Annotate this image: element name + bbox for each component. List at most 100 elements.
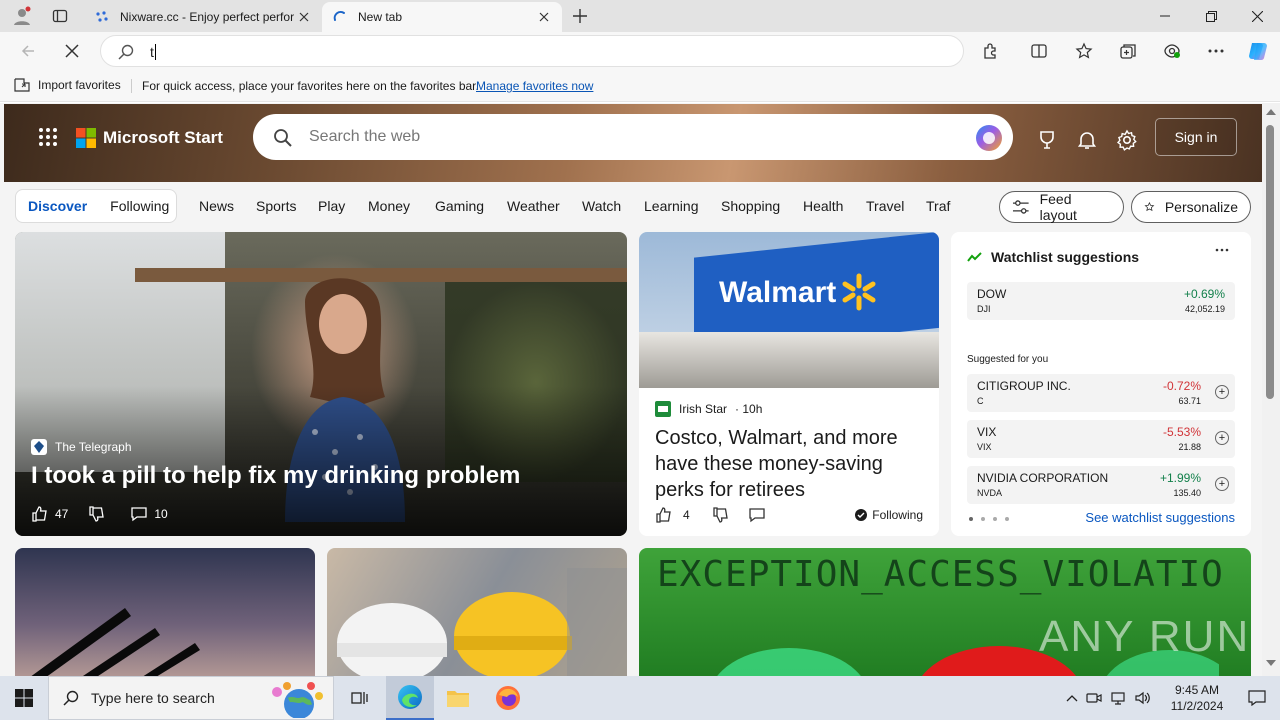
comment-icon[interactable] xyxy=(748,506,766,524)
story-headline[interactable]: I took a pill to help fix my drinking pr… xyxy=(31,462,520,490)
add-to-watchlist-icon[interactable]: + xyxy=(1215,431,1229,445)
nav-item-learning[interactable]: Learning xyxy=(644,198,699,214)
back-button[interactable] xyxy=(13,36,43,66)
import-favorites-button[interactable]: Import favorites xyxy=(14,78,121,92)
volume-icon[interactable] xyxy=(1134,691,1150,705)
tab-new-tab[interactable]: New tab xyxy=(322,2,562,32)
main-story-card[interactable]: The Telegraph I took a pill to help fix … xyxy=(15,232,627,536)
address-input[interactable]: t xyxy=(150,44,156,60)
browser-essentials-icon[interactable] xyxy=(1157,36,1187,66)
start-button[interactable] xyxy=(0,676,48,720)
microsoft-start-logo[interactable]: Microsoft Start xyxy=(76,128,223,148)
nav-item-traffic[interactable]: Traf xyxy=(926,198,950,214)
comment-icon[interactable] xyxy=(130,505,148,523)
address-bar[interactable]: t xyxy=(100,35,964,67)
extensions-icon[interactable] xyxy=(976,36,1006,66)
network-icon[interactable] xyxy=(1110,691,1126,705)
stock-row[interactable]: CITIGROUP INC. C -0.72% 63.71 + xyxy=(967,374,1235,412)
split-screen-icon[interactable] xyxy=(1024,36,1054,66)
nav-item-travel[interactable]: Travel xyxy=(866,198,904,214)
manage-favorites-link[interactable]: Manage favorites now xyxy=(476,79,593,93)
add-to-watchlist-icon[interactable]: + xyxy=(1215,477,1229,491)
see-watchlist-link[interactable]: See watchlist suggestions xyxy=(1085,510,1235,525)
story-actions: 4 Following xyxy=(655,506,923,524)
notifications-icon[interactable] xyxy=(1073,126,1101,154)
story-card-missiles[interactable] xyxy=(15,548,315,676)
tab-actions-icon[interactable] xyxy=(46,4,74,28)
stock-symbol: DJI xyxy=(977,304,991,314)
nav-item-health[interactable]: Health xyxy=(803,198,843,214)
show-hidden-icons-icon[interactable] xyxy=(1066,694,1078,702)
nav-item-gaming[interactable]: Gaming xyxy=(435,198,484,214)
collections-icon[interactable] xyxy=(1113,36,1143,66)
story-headline[interactable]: Costco, Walmart, and more have these mon… xyxy=(655,425,927,503)
watchlist-card: Watchlist suggestions DOW DJI +0.69% 42,… xyxy=(951,232,1251,536)
stock-price: 135.40 xyxy=(1173,488,1201,498)
stock-row[interactable]: NVIDIA CORPORATION NVDA +1.99% 135.40 + xyxy=(967,466,1235,504)
page-scrollbar[interactable] xyxy=(1262,103,1280,676)
loading-spinner-icon xyxy=(332,9,348,25)
close-window-button[interactable] xyxy=(1234,0,1280,32)
tab-following[interactable]: Following xyxy=(110,198,169,214)
new-tab-button[interactable] xyxy=(566,4,594,28)
rewards-icon[interactable] xyxy=(1033,126,1061,154)
close-tab-icon[interactable] xyxy=(296,9,312,25)
task-view-icon[interactable] xyxy=(336,676,384,720)
taskbar-search-placeholder: Type here to search xyxy=(91,690,215,706)
profile-icon[interactable] xyxy=(8,4,36,28)
check-circle-icon xyxy=(855,509,868,521)
story-card-construction[interactable] xyxy=(327,548,627,676)
scroll-thumb[interactable] xyxy=(1266,125,1274,399)
tab-discover[interactable]: Discover xyxy=(28,198,87,214)
scroll-down-icon[interactable] xyxy=(1266,660,1276,666)
stop-loading-button[interactable] xyxy=(57,36,87,66)
stock-row[interactable]: DOW DJI +0.69% 42,052.19 xyxy=(967,282,1235,320)
divider xyxy=(131,79,132,93)
settings-gear-icon[interactable] xyxy=(1113,126,1141,154)
dislike-icon[interactable] xyxy=(712,506,730,524)
minimize-button[interactable] xyxy=(1142,0,1188,32)
nav-item-shopping[interactable]: Shopping xyxy=(721,198,780,214)
copilot-icon[interactable] xyxy=(973,122,1005,154)
close-tab-icon[interactable] xyxy=(536,9,552,25)
clock[interactable]: 9:45 AM 11/2/2024 xyxy=(1162,682,1232,714)
web-search-box[interactable]: Search the web xyxy=(253,114,1013,160)
meet-now-icon[interactable] xyxy=(1086,691,1102,705)
file-explorer-icon[interactable] xyxy=(434,676,482,720)
nav-item-sports[interactable]: Sports xyxy=(256,198,296,214)
nav-item-watch[interactable]: Watch xyxy=(582,198,621,214)
taskbar: Type here to search 9:45 AM 11/2/2024 xyxy=(0,676,1280,720)
carousel-dots[interactable] xyxy=(969,517,1009,521)
following-badge[interactable]: Following xyxy=(855,508,923,522)
edge-taskbar-icon[interactable] xyxy=(386,676,434,720)
add-to-watchlist-icon[interactable]: + xyxy=(1215,385,1229,399)
more-options-icon[interactable] xyxy=(1201,36,1231,66)
restore-button[interactable] xyxy=(1188,0,1234,32)
notification-center-icon[interactable] xyxy=(1234,676,1280,720)
like-icon[interactable] xyxy=(655,506,673,524)
windows-logo-icon xyxy=(15,689,33,707)
copilot-icon[interactable] xyxy=(1243,36,1273,66)
tab-nixware[interactable]: Nixware.cc - Enjoy perfect perfor xyxy=(84,2,322,32)
sign-in-button[interactable]: Sign in xyxy=(1155,118,1237,156)
feed-layout-button[interactable]: Feed layout xyxy=(999,191,1124,223)
side-story-card[interactable]: Walmart Irish Star · 10h Costco, Walmart… xyxy=(639,232,939,536)
nav-item-play[interactable]: Play xyxy=(318,198,345,214)
more-options-icon[interactable] xyxy=(1215,248,1229,252)
scroll-up-icon[interactable] xyxy=(1266,109,1276,115)
dislike-icon[interactable] xyxy=(88,505,106,523)
search-icon xyxy=(118,44,134,60)
like-icon[interactable] xyxy=(31,505,49,523)
app-launcher-icon[interactable] xyxy=(38,127,58,147)
taskbar-search[interactable]: Type here to search xyxy=(48,676,334,720)
nav-item-news[interactable]: News xyxy=(199,198,234,214)
nav-item-money[interactable]: Money xyxy=(368,198,410,214)
nav-item-weather[interactable]: Weather xyxy=(507,198,560,214)
personalize-button[interactable]: Personalize xyxy=(1131,191,1251,223)
favorites-icon[interactable] xyxy=(1069,36,1099,66)
story-source: The Telegraph xyxy=(31,439,132,455)
firefox-icon[interactable] xyxy=(484,676,532,720)
story-card-exception[interactable]: EXCEPTION_ACCESS_VIOLATIO ANY RUN xyxy=(639,548,1251,676)
like-count: 47 xyxy=(55,507,69,521)
stock-row[interactable]: VIX VIX -5.53% 21.88 + xyxy=(967,420,1235,458)
